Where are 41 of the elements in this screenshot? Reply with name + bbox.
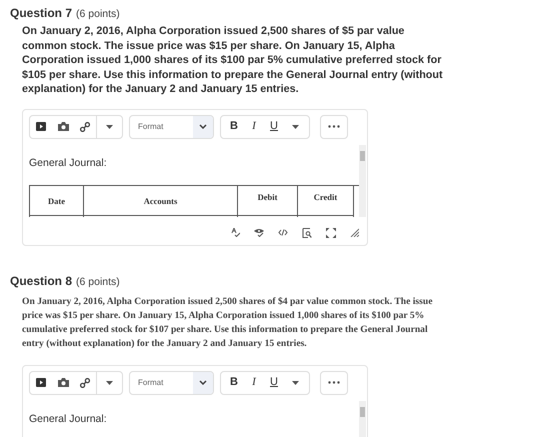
bold-button[interactable]: B <box>224 116 244 138</box>
question-text: On January 2, 2016, Alpha Corporation issued 2,500 shares of $4 par value common stock. The issue price was $15 per share. On January 15, Alpha Corporation issued 1,000 shares of its $100 par 5% cumulative preferred stock for $107 per share. Use this information to prepare the General Journal entry (without explanation) for the January 2 and January 15 entries. <box>22 294 434 350</box>
column-header: Debit <box>238 186 297 216</box>
link-icon[interactable] <box>80 378 90 388</box>
chevron-icon[interactable] <box>199 380 207 385</box>
underline-button[interactable]: U <box>264 372 284 394</box>
format-select[interactable]: Format <box>129 370 214 394</box>
column-header: Credit <box>298 186 353 216</box>
spellcheck-icon[interactable] <box>231 228 240 237</box>
resize-grip-icon[interactable] <box>350 228 359 237</box>
italic-button[interactable]: I <box>244 372 264 394</box>
eye-check-icon[interactable] <box>254 228 264 237</box>
camera-icon[interactable] <box>58 378 68 387</box>
editor-heading: General Journal: <box>29 156 108 170</box>
more-icon[interactable] <box>328 381 340 384</box>
points-label: (6 points) <box>76 274 120 290</box>
more-icon[interactable] <box>328 125 340 128</box>
scrollbar[interactable] <box>359 144 366 216</box>
bold-button[interactable]: B <box>224 372 244 394</box>
camera-icon[interactable] <box>58 122 68 131</box>
code-icon[interactable] <box>278 229 288 236</box>
italic-button[interactable]: I <box>244 116 264 138</box>
caret-icon[interactable] <box>106 124 113 128</box>
chevron-icon[interactable] <box>199 124 207 129</box>
caret-icon[interactable] <box>292 124 298 128</box>
link-icon[interactable] <box>80 122 90 132</box>
question-title: Question 8 <box>10 272 72 290</box>
fullscreen-icon[interactable] <box>326 228 336 238</box>
underline-button[interactable]: U <box>264 116 284 138</box>
question-text: On January 2, 2016, Alpha Corporation issued 2,500 shares of $5 par value common stock. The issue price was $15 per share. On January 15, Alpha Corporation issued 1,000 shares of its $100 par 5% cumulative preferred stock for $105 per share. Use this information to prepare the General Journal entry (without explanation) for the January 2 and January 15 entries. <box>22 24 444 96</box>
column-header: Accounts <box>84 186 237 216</box>
video-icon[interactable] <box>36 122 46 131</box>
format-select[interactable]: Format <box>129 114 214 138</box>
video-icon[interactable] <box>36 378 46 387</box>
points-label: (6 points) <box>76 7 120 22</box>
question-title: Question 7 <box>10 5 72 22</box>
caret-icon[interactable] <box>106 380 113 384</box>
editor-heading: General Journal: <box>29 412 108 426</box>
column-header: Date <box>30 186 83 216</box>
caret-icon[interactable] <box>292 380 298 384</box>
preview-icon[interactable] <box>302 228 312 238</box>
